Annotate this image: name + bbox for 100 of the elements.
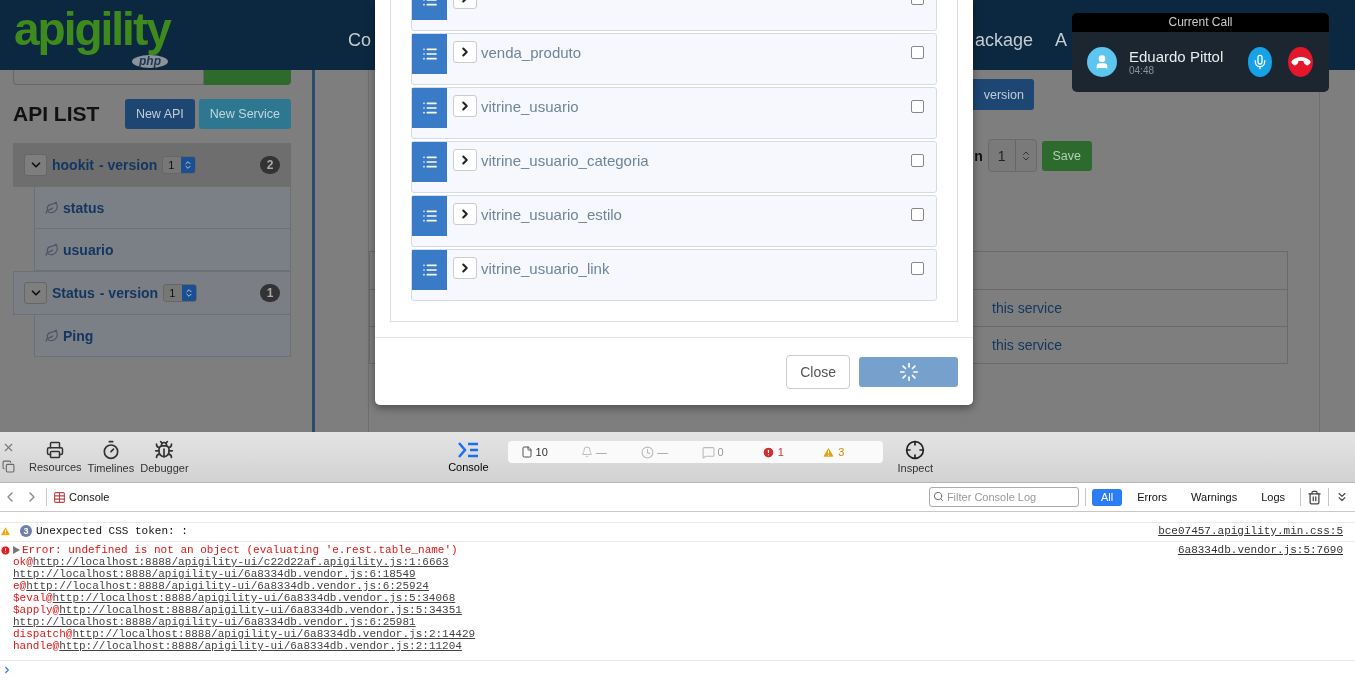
search-field[interactable] — [13, 70, 204, 85]
expand-button[interactable] — [453, 95, 477, 117]
list-icon — [421, 46, 438, 62]
microphone-button[interactable] — [1247, 47, 1273, 77]
chevrons-down-icon[interactable] — [1335, 490, 1349, 504]
source-link[interactable]: 6a8334db.vendor.js:5:7690 — [1177, 544, 1343, 556]
version-label: - version — [99, 285, 159, 301]
version-label: - version — [99, 157, 158, 173]
new-api-button[interactable]: New API — [124, 99, 195, 129]
devtools-tab[interactable]: Console — [445, 437, 492, 477]
breadcrumb[interactable]: Console — [69, 491, 110, 503]
table-cell: this service — [992, 300, 1063, 316]
search-icon — [932, 491, 944, 502]
up-down-icon — [183, 160, 194, 170]
close-icon[interactable] — [2, 441, 15, 454]
bell-icon — [580, 446, 593, 458]
version-label: n — [974, 147, 983, 164]
call-time: 04:48 — [1129, 65, 1156, 76]
expand-button[interactable] — [453, 203, 477, 225]
disclosure-triangle-icon[interactable] — [13, 546, 20, 554]
hang-up-button[interactable] — [1288, 47, 1313, 77]
function-name: $apply@ — [13, 604, 60, 616]
expand-toggle[interactable] — [24, 282, 47, 304]
message-text: Error: undefined is not an object (evaluating 'e.rest.table_name') — [22, 544, 458, 556]
expand-button[interactable] — [453, 41, 477, 63]
save-button[interactable]: Save — [1041, 140, 1092, 171]
table-name: vitrine_usuario_link — [481, 260, 610, 277]
list-icon — [421, 100, 438, 116]
service-name: Ping — [63, 327, 94, 344]
devtools-tab[interactable]: Debugger — [137, 436, 192, 478]
checkbox[interactable] — [911, 208, 924, 221]
version-select[interactable]: 1 — [163, 284, 198, 302]
counter[interactable]: 10 — [520, 446, 581, 458]
table-name: venda_produto — [481, 44, 582, 61]
function-name: e@ — [13, 580, 27, 592]
submit-button[interactable] — [859, 356, 958, 387]
checkbox[interactable] — [911, 262, 924, 275]
stack-link[interactable]: http://localhost:8888/apigility-ui/6a8334db.vendor.js:5:34068 — [52, 592, 456, 604]
table-name: vitrine_usuario_categoria — [481, 152, 649, 169]
crosshair-icon — [905, 440, 926, 460]
devtools-tab[interactable]: Resources — [26, 437, 85, 477]
filter-button[interactable]: Logs — [1252, 488, 1294, 506]
warning-icon — [822, 445, 836, 459]
stack-link[interactable]: http://localhost:8888/apigility-ui/6a8334db.vendor.js:2:14429 — [72, 628, 476, 640]
inspect-button[interactable]: Inspect — [894, 436, 936, 478]
api-row[interactable]: Status - version 1 1 — [13, 271, 291, 315]
close-button[interactable]: Close — [786, 354, 850, 389]
stack-link[interactable]: http://localhost:8888/apigility-ui/6a8334db.vendor.js:6:25981 — [13, 616, 416, 628]
function-name: dispatch@ — [13, 628, 73, 640]
count-badge: 3 — [20, 525, 32, 537]
service-name: status — [63, 199, 105, 216]
trash-icon[interactable] — [1307, 489, 1322, 505]
nav-link[interactable]: A — [1055, 30, 1067, 51]
list-icon — [421, 208, 438, 224]
leaf-icon — [45, 200, 59, 215]
message-text: Unexpected CSS token: : — [36, 525, 188, 537]
stack-link[interactable]: http://localhost:8888/apigility-ui/6a8334db.vendor.js:5:34351 — [59, 604, 462, 616]
function-name: handle@ — [13, 640, 60, 652]
stack-link[interactable]: http://localhost:8888/apigility-ui/c22d22af.apigility.js:1:6663 — [32, 556, 449, 568]
call-title: Current Call — [1072, 13, 1329, 32]
source-link[interactable]: bce07457.apigility.min.css:5 — [1158, 525, 1343, 537]
console-log-icon — [53, 490, 66, 504]
version-select[interactable]: 1 — [162, 156, 197, 174]
filter-button[interactable]: All — [1091, 488, 1123, 506]
checkbox[interactable] — [911, 46, 924, 59]
expand-button[interactable] — [453, 149, 477, 171]
checkbox[interactable] — [911, 100, 924, 113]
avatar-icon — [1087, 47, 1117, 77]
counter[interactable]: 1 — [761, 445, 823, 459]
nav-link[interactable]: Co — [348, 30, 371, 51]
up-down-icon — [184, 288, 195, 298]
stack-link[interactable]: http://localhost:8888/apigility-ui/6a8334db.vendor.js:2:11204 — [59, 640, 462, 652]
checkbox[interactable] — [911, 154, 924, 167]
error-icon — [761, 445, 775, 459]
nav-link[interactable]: ackage — [975, 30, 1034, 51]
stack-link[interactable]: http://localhost:8888/apigility-ui/6a8334db.vendor.js:6:18549 — [13, 568, 416, 580]
console-icon — [457, 441, 480, 459]
expand-button[interactable] — [453, 257, 477, 279]
leaf-icon — [45, 328, 59, 343]
undock-icon[interactable] — [2, 460, 15, 473]
list-icon — [421, 262, 438, 278]
version-select[interactable]: 1 — [987, 139, 1037, 172]
service-name: usuario — [63, 241, 114, 258]
filter-field[interactable]: Filter Console Log — [928, 487, 1079, 507]
spinner-icon — [898, 361, 919, 382]
prompt-icon — [2, 665, 12, 675]
function-name: ok@ — [13, 556, 33, 568]
api-list-title: API LIST — [13, 102, 101, 126]
stack-link[interactable]: http://localhost:8888/apigility-ui/6a8334db.vendor.js:6:25924 — [26, 580, 429, 592]
caller-name: Eduardo Pittol — [1129, 48, 1225, 65]
filter-button[interactable]: Warnings — [1182, 488, 1247, 506]
api-row[interactable]: hookit - version 1 2 — [13, 143, 291, 187]
devtools-tab[interactable]: Timelines — [84, 436, 138, 478]
filter-button[interactable]: Errors — [1128, 488, 1177, 506]
table-cell: this service — [992, 337, 1063, 353]
bug-icon — [154, 440, 175, 460]
logo-text: apigility — [14, 3, 170, 55]
count-badge: 1 — [260, 284, 280, 302]
expand-toggle[interactable] — [24, 154, 47, 176]
document-icon — [520, 446, 533, 458]
